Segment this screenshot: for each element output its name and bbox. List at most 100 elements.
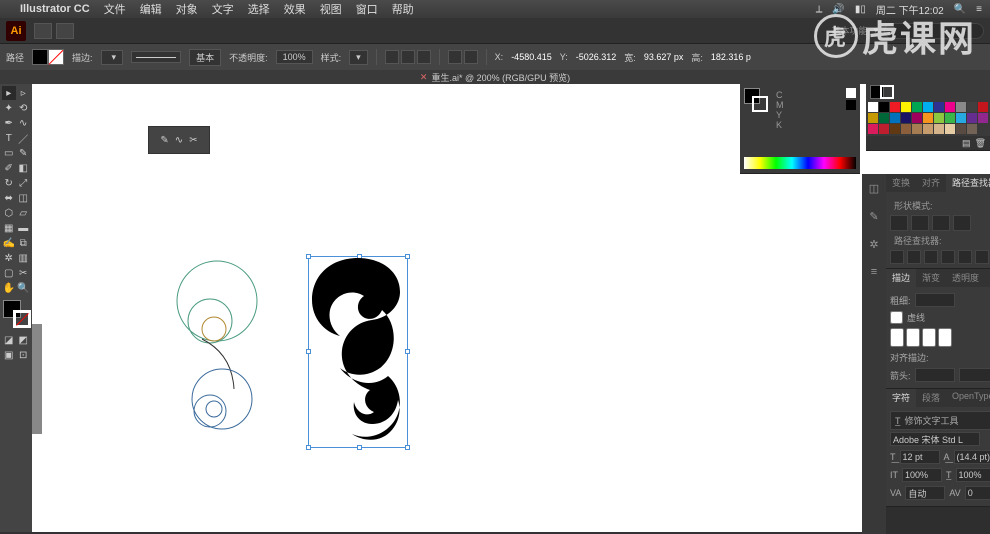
panel-icon-symbols[interactable]: ✲ <box>862 234 886 254</box>
exclude-btn[interactable] <box>953 215 971 231</box>
black-swatch[interactable] <box>846 100 856 110</box>
swatch-cell[interactable] <box>945 102 955 112</box>
gap-1[interactable] <box>906 328 920 347</box>
swatch-cell[interactable] <box>967 102 977 112</box>
swatch-cell[interactable] <box>901 113 911 123</box>
lasso-tool[interactable]: ⟲ <box>17 101 31 115</box>
swatch-new-icon[interactable]: ▤ <box>962 138 971 149</box>
menu-object[interactable]: 对象 <box>176 1 198 17</box>
close-icon[interactable]: ✕ <box>420 72 428 83</box>
tracking-input[interactable] <box>965 486 990 500</box>
leading-input[interactable] <box>954 450 990 464</box>
tab-stroke[interactable]: 描边 <box>886 269 916 287</box>
menu-select[interactable]: 选择 <box>248 1 270 17</box>
swatch-cell[interactable] <box>912 124 922 134</box>
smooth-icon[interactable]: ∿ <box>175 135 183 146</box>
font-size-input[interactable] <box>900 450 940 464</box>
crop-btn[interactable] <box>941 250 955 264</box>
brush-tool[interactable]: ✎ <box>17 146 31 160</box>
change-screen-btn[interactable]: ⊡ <box>17 348 31 362</box>
rotate-tool[interactable]: ↻ <box>2 176 16 190</box>
symbol-sprayer-tool[interactable]: ✲ <box>2 251 16 265</box>
swatches-grid[interactable] <box>866 100 990 136</box>
swatch-cell[interactable] <box>868 124 878 134</box>
minus-front-btn[interactable] <box>911 215 929 231</box>
stroke-profile[interactable] <box>131 51 181 63</box>
minus-back-btn[interactable] <box>975 250 989 264</box>
swatch-cell[interactable] <box>879 102 889 112</box>
spectrum-bar[interactable] <box>744 157 856 169</box>
swatch-cell[interactable] <box>934 124 944 134</box>
swatch-cell[interactable] <box>967 113 977 123</box>
curvature-tool[interactable]: ∿ <box>17 116 31 130</box>
swatch-cell[interactable] <box>912 102 922 112</box>
swatch-delete-icon[interactable]: 🗑 <box>975 138 986 149</box>
app-title[interactable]: Illustrator CC <box>20 3 90 15</box>
swatch-cell[interactable] <box>945 124 955 134</box>
stroke-weight-input[interactable]: ▾ <box>101 50 124 65</box>
swatch-cell[interactable] <box>934 113 944 123</box>
stroke-weight-field[interactable] <box>915 293 955 307</box>
x-value[interactable]: -4580.415 <box>511 52 552 62</box>
menu-type[interactable]: 文字 <box>212 1 234 17</box>
mesh-tool[interactable]: ▦ <box>2 221 16 235</box>
touch-type-icon[interactable]: T̲ <box>895 416 901 426</box>
panel-icon-brushes[interactable]: ✎ <box>862 206 886 226</box>
tab-gradient[interactable]: 渐变 <box>916 269 946 287</box>
swatch-cell[interactable] <box>890 102 900 112</box>
hand-tool[interactable]: ✋ <box>2 281 16 295</box>
fill-swatch[interactable] <box>32 49 48 65</box>
free-transform-tool[interactable]: ◫ <box>17 191 31 205</box>
unite-btn[interactable] <box>890 215 908 231</box>
swatch-cell[interactable] <box>912 113 922 123</box>
line-tool[interactable]: ／ <box>17 131 31 145</box>
document-tab[interactable]: ✕ 重生.ai* @ 200% (RGB/GPU 预览) <box>0 70 990 84</box>
menu-edit[interactable]: 编辑 <box>140 1 162 17</box>
selection-tool[interactable]: ▸ <box>2 86 16 100</box>
stroke-color-icon[interactable] <box>13 310 31 328</box>
gradient-tool[interactable]: ▬ <box>17 221 31 235</box>
menu-window[interactable]: 窗口 <box>356 1 378 17</box>
path-eraser-icon[interactable]: ✂ <box>189 135 197 146</box>
swatch-cell[interactable] <box>901 102 911 112</box>
shape-btn-1[interactable] <box>448 50 462 64</box>
graph-tool[interactable]: ▥ <box>17 251 31 265</box>
rectangle-tool[interactable]: ▭ <box>2 146 16 160</box>
swatch-cell[interactable] <box>879 113 889 123</box>
swatch-cell[interactable] <box>945 113 955 123</box>
swatch-cell[interactable] <box>978 102 988 112</box>
artboard-tool[interactable]: ▢ <box>2 266 16 280</box>
merge-btn[interactable] <box>924 250 938 264</box>
arrow-end[interactable] <box>959 368 990 382</box>
opacity-input[interactable]: 100% <box>276 50 313 64</box>
screen-mode-btn[interactable]: ▣ <box>2 348 16 362</box>
dash-2[interactable] <box>922 328 936 347</box>
tab-pathfinder[interactable]: 路径查找器 <box>946 174 990 192</box>
layout-btn-1[interactable] <box>34 23 52 39</box>
menu-extra-icon[interactable]: ≡ <box>976 4 982 15</box>
selected-artwork[interactable] <box>308 256 408 448</box>
arrow-start[interactable] <box>915 368 955 382</box>
divide-btn[interactable] <box>890 250 904 264</box>
intersect-btn[interactable] <box>932 215 950 231</box>
white-swatch[interactable] <box>846 88 856 98</box>
h-value[interactable]: 182.316 p <box>711 52 751 62</box>
tab-character[interactable]: 字符 <box>886 389 916 407</box>
swatch-cell[interactable] <box>923 102 933 112</box>
perspective-tool[interactable]: ▱ <box>17 206 31 220</box>
tab-align[interactable]: 对齐 <box>916 174 946 192</box>
y-value[interactable]: -5026.312 <box>576 52 617 62</box>
align-btn-2[interactable] <box>401 50 415 64</box>
panel-icon-layers[interactable]: ◫ <box>862 178 886 198</box>
vscale-input[interactable] <box>902 468 942 482</box>
fill-stroke-control[interactable] <box>3 300 31 328</box>
touch-type-label[interactable]: 修饰文字工具 <box>905 414 959 427</box>
swatch-cell[interactable] <box>868 102 878 112</box>
blend-tool[interactable]: ⧉ <box>17 236 31 250</box>
gap-2[interactable] <box>938 328 952 347</box>
type-tool[interactable]: T <box>2 131 16 145</box>
width-tool[interactable]: ⬌ <box>2 191 16 205</box>
tab-transform[interactable]: 变换 <box>886 174 916 192</box>
eraser-tool[interactable]: ◧ <box>17 161 31 175</box>
swatch-cell[interactable] <box>967 124 977 134</box>
